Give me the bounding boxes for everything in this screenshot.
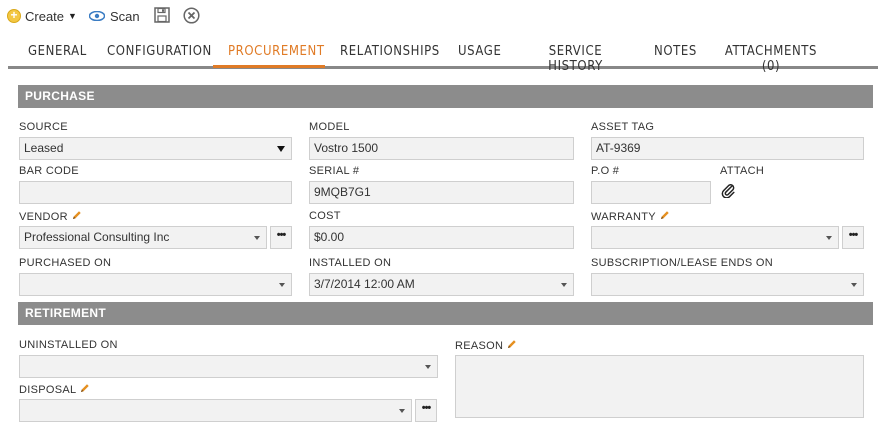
purchased-on-label: PURCHASED ON bbox=[19, 257, 111, 269]
chevron-down-icon bbox=[279, 283, 285, 287]
serial-field[interactable]: 9MQB7G1 bbox=[309, 181, 574, 204]
active-tab-indicator bbox=[213, 65, 325, 68]
attach-label-text: ATTACH bbox=[720, 165, 765, 177]
tab-service-history[interactable]: SERVICE HISTORY bbox=[526, 44, 625, 74]
po-label: P.O # bbox=[591, 165, 619, 177]
vendor-label-text: VENDOR bbox=[19, 210, 68, 223]
floppy-disk-icon bbox=[154, 7, 170, 23]
serial-label-text: SERIAL # bbox=[309, 165, 360, 177]
tab-bar: GENERAL CONFIGURATION PROCUREMENT RELATI… bbox=[8, 38, 878, 74]
pencil-icon[interactable] bbox=[80, 383, 90, 396]
po-label-text: P.O # bbox=[591, 165, 620, 177]
model-field[interactable]: Vostro 1500 bbox=[309, 137, 574, 160]
asset-tag-field[interactable]: AT-9369 bbox=[591, 137, 864, 160]
create-label: Create bbox=[25, 8, 65, 24]
disposal-label: DISPOSAL bbox=[19, 383, 90, 396]
cost-field[interactable]: $0.00 bbox=[309, 226, 574, 249]
serial-label: SERIAL # bbox=[309, 165, 359, 177]
chevron-down-icon bbox=[254, 236, 260, 240]
bar-code-label-text: BAR CODE bbox=[19, 165, 79, 177]
warranty-label-text: WARRANTY bbox=[591, 210, 656, 223]
retirement-section-header: RETIREMENT bbox=[18, 302, 873, 325]
disposal-select[interactable] bbox=[19, 399, 412, 422]
bar-code-field[interactable] bbox=[19, 181, 292, 204]
create-button[interactable]: + Create ▼ bbox=[7, 6, 77, 26]
purchased-on-select[interactable] bbox=[19, 273, 292, 296]
vendor-lookup-button[interactable]: ••• bbox=[270, 226, 292, 249]
subscription-ends-label: SUBSCRIPTION/LEASE ENDS ON bbox=[591, 257, 773, 269]
uninstalled-on-select[interactable] bbox=[19, 355, 438, 378]
pencil-icon[interactable] bbox=[72, 210, 82, 223]
chevron-down-icon bbox=[277, 146, 285, 152]
close-button[interactable] bbox=[182, 6, 200, 24]
chevron-down-icon bbox=[399, 409, 405, 413]
vendor-value: Professional Consulting Inc bbox=[24, 230, 170, 244]
warranty-lookup-button[interactable]: ••• bbox=[842, 226, 864, 249]
pencil-icon[interactable] bbox=[660, 210, 670, 223]
asset-tag-label: ASSET TAG bbox=[591, 121, 654, 133]
source-label-text: SOURCE bbox=[19, 121, 68, 133]
tab-general[interactable]: GENERAL bbox=[28, 44, 86, 68]
eye-icon bbox=[88, 9, 106, 24]
save-button[interactable] bbox=[153, 6, 171, 24]
uninstalled-on-label-text: UNINSTALLED ON bbox=[19, 339, 118, 351]
caret-down-icon: ▼ bbox=[68, 11, 77, 21]
vendor-label: VENDOR bbox=[19, 210, 82, 223]
source-select[interactable]: Leased bbox=[19, 137, 292, 160]
pencil-icon[interactable] bbox=[507, 339, 517, 352]
installed-on-label: INSTALLED ON bbox=[309, 257, 391, 269]
reason-label-text: REASON bbox=[455, 339, 504, 352]
toolbar: + Create ▼ Scan bbox=[0, 0, 878, 32]
po-field[interactable] bbox=[591, 181, 711, 204]
plus-circle-icon: + bbox=[7, 9, 21, 23]
chevron-down-icon bbox=[561, 283, 567, 287]
disposal-label-text: DISPOSAL bbox=[19, 383, 77, 396]
purchased-on-label-text: PURCHASED ON bbox=[19, 257, 112, 269]
model-label-text: MODEL bbox=[309, 121, 350, 133]
installed-on-label-text: INSTALLED ON bbox=[309, 257, 392, 269]
disposal-lookup-button[interactable]: ••• bbox=[415, 399, 437, 422]
cost-label: COST bbox=[309, 210, 341, 222]
uninstalled-on-label: UNINSTALLED ON bbox=[19, 339, 118, 351]
tab-attachments[interactable]: ATTACHMENTS (0) bbox=[720, 44, 822, 74]
subscription-ends-label-text: SUBSCRIPTION/LEASE ENDS ON bbox=[591, 257, 774, 269]
model-label: MODEL bbox=[309, 121, 350, 133]
bar-code-label: BAR CODE bbox=[19, 165, 79, 177]
tab-notes[interactable]: NOTES bbox=[654, 44, 696, 68]
tab-relationships[interactable]: RELATIONSHIPS bbox=[340, 44, 439, 68]
close-circle-icon bbox=[182, 6, 200, 24]
source-label: SOURCE bbox=[19, 121, 68, 133]
reason-label: REASON bbox=[455, 339, 517, 352]
scan-button[interactable]: Scan bbox=[88, 6, 140, 26]
attach-label: ATTACH bbox=[720, 165, 764, 177]
subscription-ends-select[interactable] bbox=[591, 273, 864, 296]
installed-on-select[interactable]: 3/7/2014 12:00 AM bbox=[309, 273, 574, 296]
tab-configuration[interactable]: CONFIGURATION bbox=[107, 44, 211, 68]
installed-on-value: 3/7/2014 12:00 AM bbox=[314, 277, 415, 291]
warranty-select[interactable] bbox=[591, 226, 839, 249]
scan-label: Scan bbox=[110, 8, 140, 24]
warranty-label: WARRANTY bbox=[591, 210, 670, 223]
reason-textarea[interactable] bbox=[455, 355, 864, 418]
chevron-down-icon bbox=[826, 236, 832, 240]
chevron-down-icon bbox=[425, 365, 431, 369]
asset-tag-label-text: ASSET TAG bbox=[591, 121, 655, 133]
paperclip-icon[interactable] bbox=[721, 182, 735, 203]
cost-label-text: COST bbox=[309, 210, 341, 222]
vendor-select[interactable]: Professional Consulting Inc bbox=[19, 226, 267, 249]
chevron-down-icon bbox=[851, 283, 857, 287]
purchase-section-header: PURCHASE bbox=[18, 85, 873, 108]
source-value: Leased bbox=[24, 141, 64, 155]
tab-usage[interactable]: USAGE bbox=[458, 44, 501, 68]
